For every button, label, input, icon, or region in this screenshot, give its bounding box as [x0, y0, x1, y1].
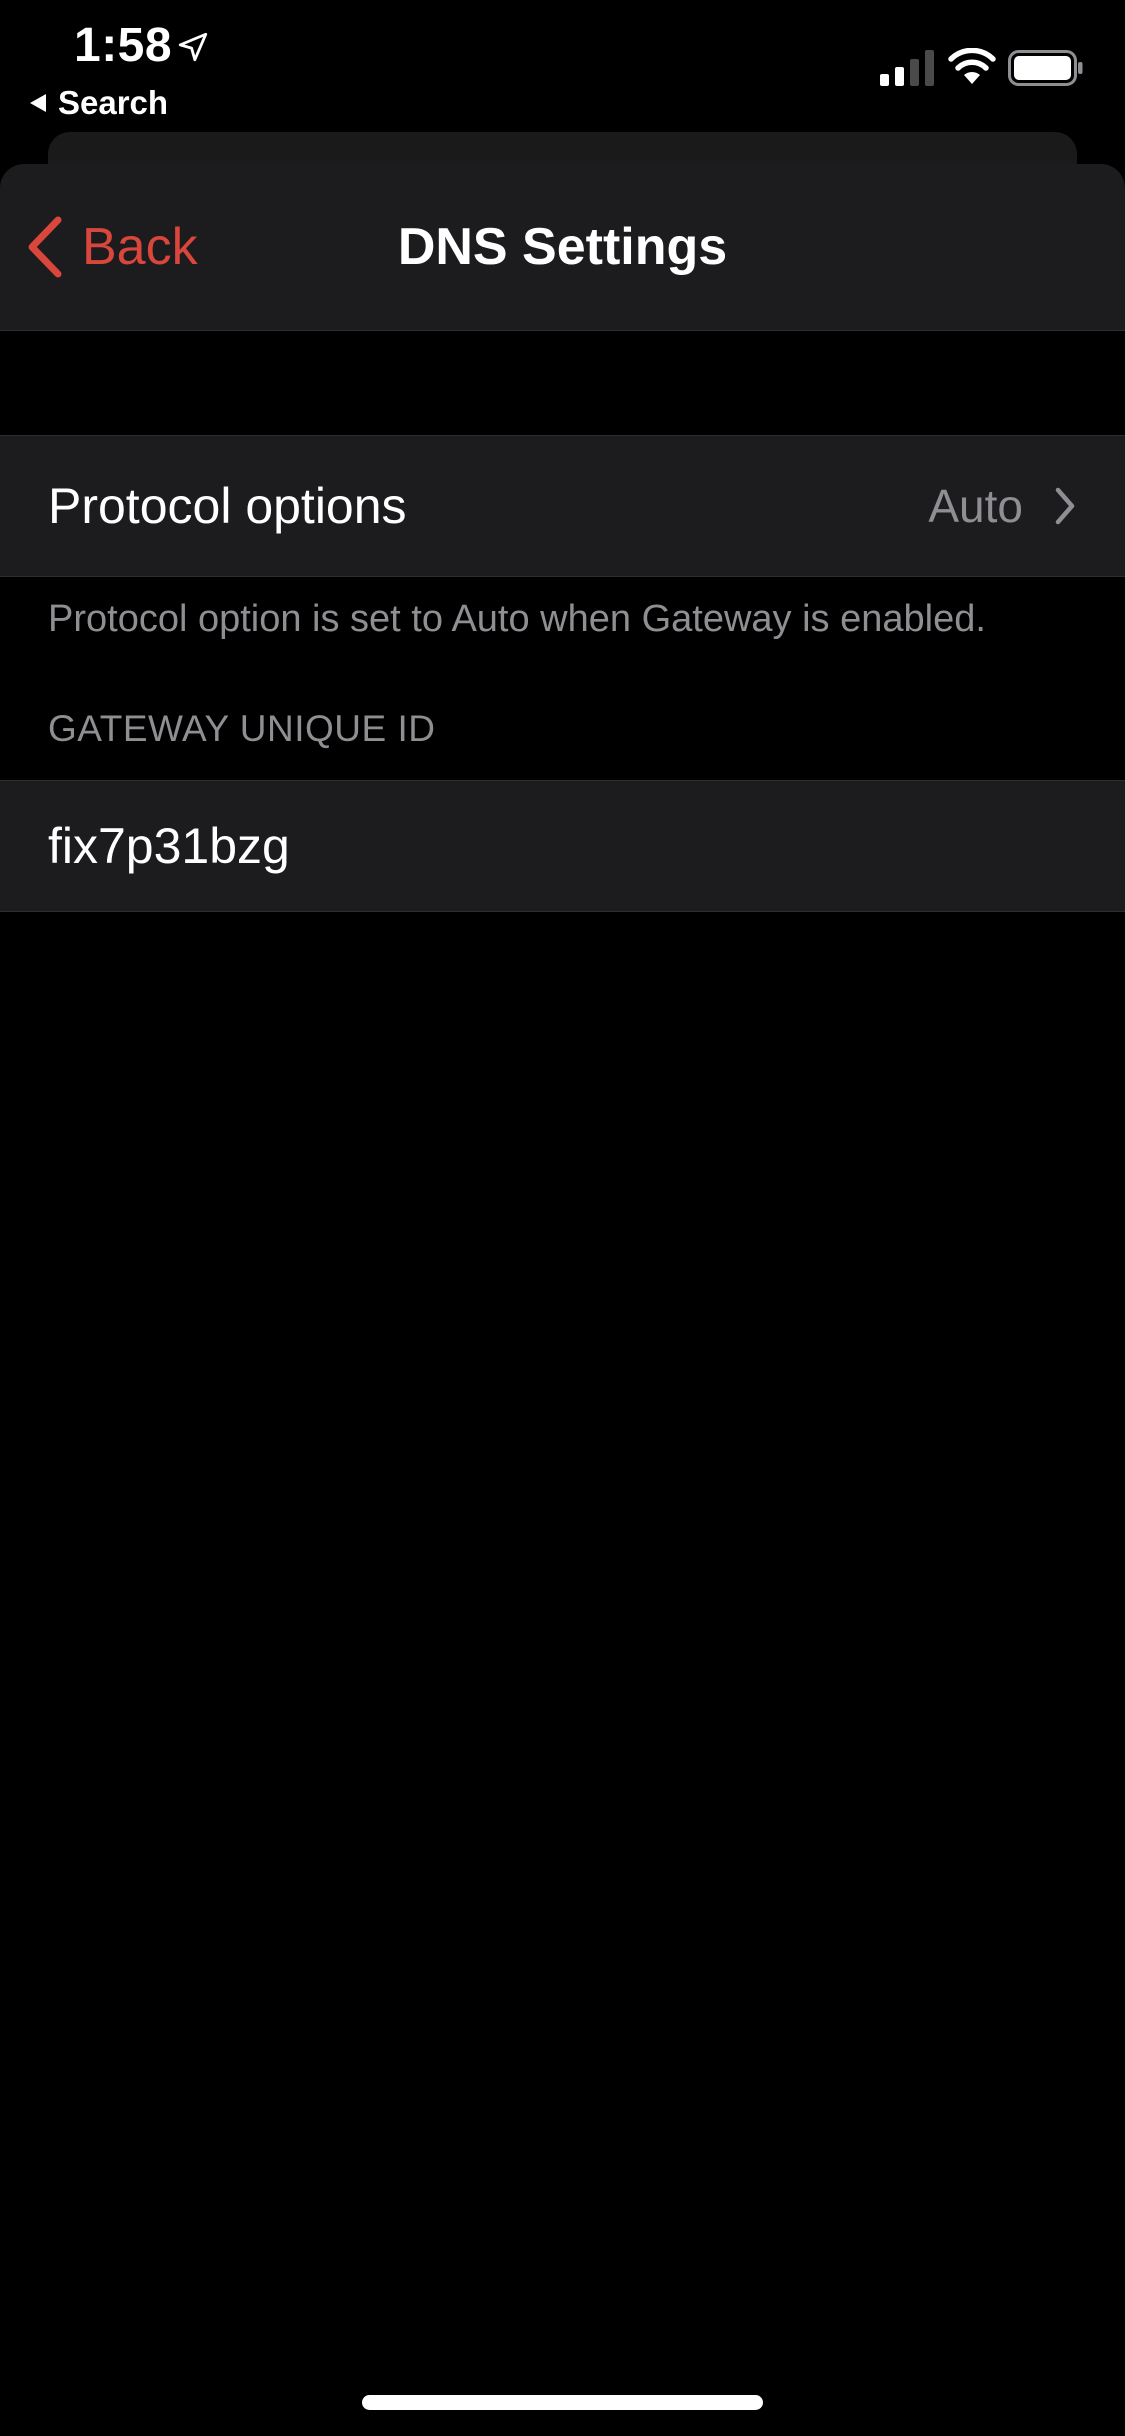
protocol-options-label: Protocol options [48, 478, 407, 534]
settings-sheet: Back DNS Settings Protocol options Auto … [0, 164, 1125, 2436]
location-arrow-icon [178, 32, 208, 62]
back-to-app-label: Search [58, 84, 169, 121]
back-to-app-link[interactable]: Search [30, 82, 168, 124]
gateway-section-header: GATEWAY UNIQUE ID [48, 708, 436, 749]
gateway-id-row: fix7p31bzg [0, 780, 1125, 912]
protocol-footer-note: Protocol option is set to Auto when Gate… [48, 598, 986, 640]
battery-icon [1008, 50, 1083, 86]
chevron-right-icon [1055, 487, 1075, 525]
back-triangle-icon [30, 94, 46, 112]
home-indicator[interactable] [362, 2395, 763, 2410]
wifi-icon [948, 48, 996, 84]
status-bar: 1:58 Search [0, 0, 1125, 132]
page-title: DNS Settings [397, 218, 728, 276]
cellular-signal-icon [880, 50, 934, 86]
navigation-bar: Back DNS Settings [0, 164, 1125, 331]
protocol-options-row[interactable]: Protocol options Auto [0, 435, 1125, 577]
protocol-options-value: Auto [928, 480, 1023, 532]
gateway-id-value: fix7p31bzg [48, 818, 290, 874]
status-time: 1:58 [74, 19, 173, 72]
